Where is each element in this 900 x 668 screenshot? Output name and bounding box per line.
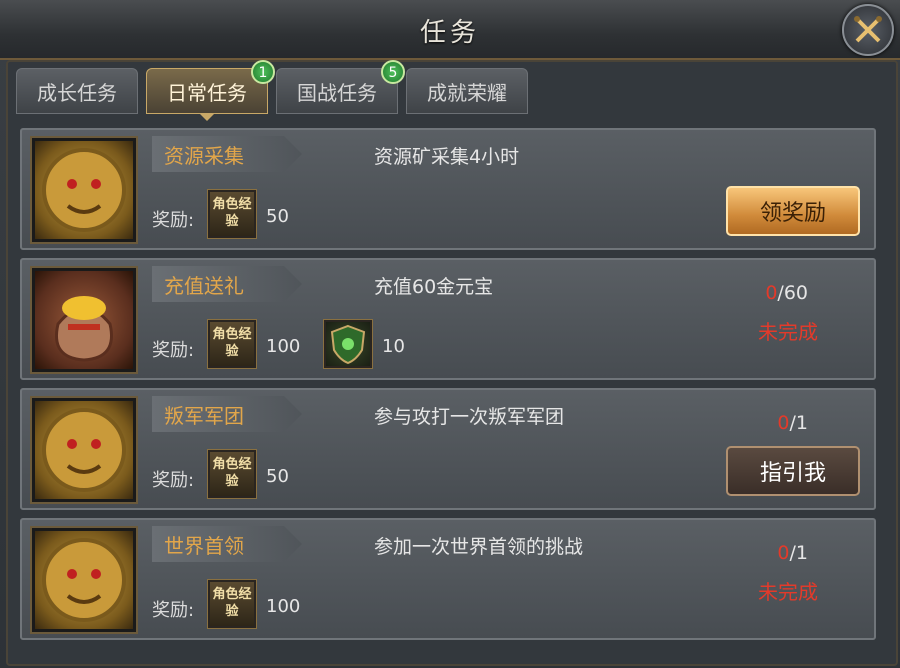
progress-current: 0 <box>765 282 778 304</box>
task-name: 叛军军团 <box>164 404 244 428</box>
reward-qty: 100 <box>266 596 301 617</box>
close-button[interactable] <box>842 4 894 56</box>
guide-me-button[interactable]: 指引我 <box>726 446 860 496</box>
item-label: 角色经验 <box>212 197 252 229</box>
reward-qty: 100 <box>266 336 301 357</box>
notification-badge: 1 <box>251 60 275 84</box>
tab-label: 国战任务 <box>297 80 377 105</box>
reward-qty: 10 <box>382 336 405 357</box>
lion-medal-icon <box>30 526 138 634</box>
tab-bar: 成长任务 日常任务 1 国战任务 5 成就荣耀 <box>16 60 536 121</box>
title-bar: 任务 <box>0 0 900 60</box>
task-row: 叛军军团 参与攻打一次叛军军团 奖励: 角色经验 50 0/1 指引我 <box>20 388 876 510</box>
progress-total: /60 <box>777 282 808 304</box>
tab-label: 成长任务 <box>37 80 117 105</box>
lion-medal-icon <box>30 396 138 504</box>
task-name-tag: 世界首领 <box>152 526 302 562</box>
task-progress: 0/60 <box>765 282 808 304</box>
reward-label: 奖励: <box>152 340 195 361</box>
task-window: 任务 成长任务 日常任务 1 国战任务 5 成就荣耀 资源采集 资源矿采集4小时… <box>0 0 900 668</box>
progress-current: 0 <box>777 412 790 434</box>
task-description: 资源矿采集4小时 <box>374 146 520 168</box>
tab-daily[interactable]: 日常任务 1 <box>146 60 275 121</box>
task-name: 世界首领 <box>164 534 244 558</box>
progress-total: /1 <box>789 542 809 564</box>
reward-qty: 50 <box>266 466 289 487</box>
task-name: 充值送礼 <box>164 274 244 298</box>
window-title: 任务 <box>419 18 480 48</box>
task-progress: 0/1 <box>777 542 808 564</box>
task-row: 充值送礼 充值60金元宝 奖励: 角色经验 100 10 0/60 未完成 <box>20 258 876 380</box>
notification-badge: 5 <box>381 60 405 84</box>
exp-item-icon[interactable]: 角色经验 <box>207 319 257 369</box>
status-incomplete: 未完成 <box>758 580 818 604</box>
task-name-tag: 资源采集 <box>152 136 302 172</box>
task-name: 资源采集 <box>164 144 244 168</box>
reward-label: 奖励: <box>152 210 195 231</box>
exp-item-icon[interactable]: 角色经验 <box>207 189 257 239</box>
task-name-tag: 充值送礼 <box>152 266 302 302</box>
task-description: 充值60金元宝 <box>374 276 494 298</box>
task-description: 参加一次世界首领的挑战 <box>374 536 584 558</box>
item-label: 角色经验 <box>212 587 252 619</box>
lion-medal-icon <box>30 136 138 244</box>
item-label: 角色经验 <box>212 457 252 489</box>
reward-label: 奖励: <box>152 470 195 491</box>
tab-growth[interactable]: 成长任务 <box>16 68 138 114</box>
task-row: 资源采集 资源矿采集4小时 奖励: 角色经验 50 领奖励 <box>20 128 876 250</box>
crossed-swords-icon <box>854 16 882 43</box>
status-incomplete: 未完成 <box>758 320 818 344</box>
task-name-tag: 叛军军团 <box>152 396 302 432</box>
exp-item-icon[interactable]: 角色经验 <box>207 579 257 629</box>
reward-qty: 50 <box>266 206 289 227</box>
tab-achievement[interactable]: 成就荣耀 <box>406 68 528 114</box>
progress-current: 0 <box>777 542 790 564</box>
task-description: 参与攻打一次叛军军团 <box>374 406 565 428</box>
tab-label: 日常任务 <box>167 80 247 105</box>
item-label: 角色经验 <box>212 327 252 359</box>
claim-reward-button[interactable]: 领奖励 <box>726 186 860 236</box>
exp-item-icon[interactable]: 角色经验 <box>207 449 257 499</box>
tab-label: 成就荣耀 <box>427 80 507 105</box>
task-row: 世界首领 参加一次世界首领的挑战 奖励: 角色经验 100 0/1 未完成 <box>20 518 876 640</box>
progress-total: /1 <box>789 412 809 434</box>
gold-bag-icon <box>30 266 138 374</box>
tab-national-war[interactable]: 国战任务 5 <box>276 60 405 114</box>
reward-label: 奖励: <box>152 600 195 621</box>
task-progress: 0/1 <box>777 412 808 434</box>
green-shield-icon[interactable] <box>323 319 373 369</box>
